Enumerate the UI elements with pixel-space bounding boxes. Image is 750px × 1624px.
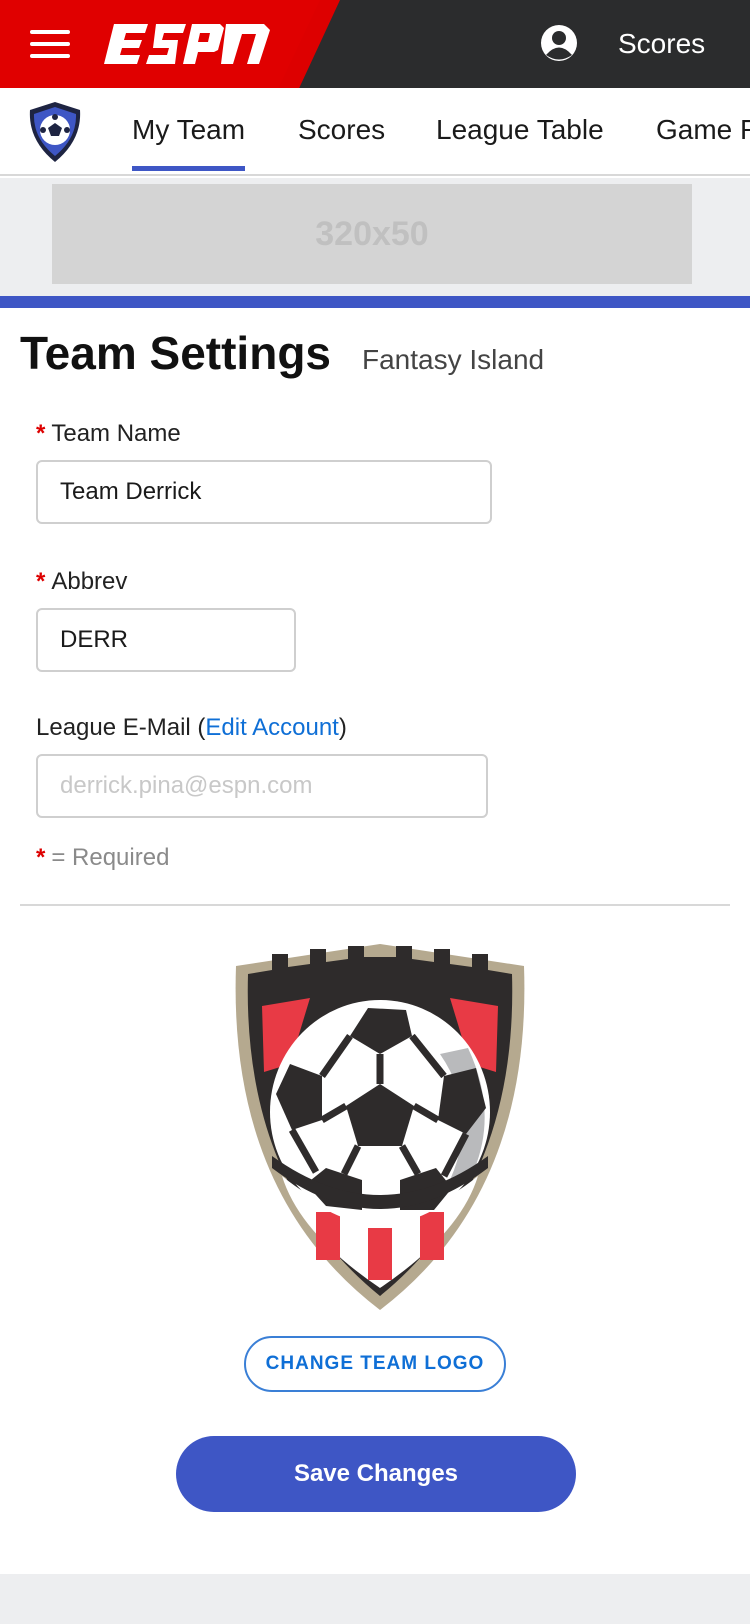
required-mark: * (36, 844, 46, 871)
league-email-label-suffix: ) (338, 714, 347, 741)
header-scores-link[interactable]: Scores (618, 28, 705, 60)
required-mark: * (36, 420, 46, 447)
section-accent-bar (0, 296, 750, 308)
league-email-label-prefix: League E-Mail ( (36, 714, 206, 741)
team-name-label: * Team Name (36, 420, 181, 448)
ad-container: 320x50 (0, 178, 750, 296)
hamburger-menu-icon[interactable] (30, 28, 70, 60)
league-email-label: League E-Mail (Edit Account) (36, 714, 347, 742)
team-name-label-text: Team Name (51, 420, 181, 447)
league-tab-bar: My Team Scores League Table Game R (0, 88, 750, 176)
soccer-crest-logo (235, 944, 525, 1310)
change-team-logo-button[interactable]: CHANGE TEAM LOGO (244, 1336, 506, 1392)
page-footer (0, 1574, 750, 1624)
abbrev-label: * Abbrev (36, 568, 127, 596)
espn-logo[interactable] (104, 20, 270, 68)
save-changes-button[interactable]: Save Changes (176, 1436, 576, 1512)
league-email-input[interactable] (36, 754, 488, 818)
required-note-text: = Required (51, 844, 170, 871)
page-title: Team Settings (20, 327, 331, 379)
required-note: * = Required (36, 844, 169, 872)
tab-league-table[interactable]: League Table (436, 114, 604, 146)
tab-my-team[interactable]: My Team (132, 114, 246, 171)
ad-placeholder: 320x50 (52, 184, 692, 284)
league-name: Fantasy Island (362, 344, 545, 375)
abbrev-input[interactable] (36, 608, 296, 672)
team-name-input[interactable] (36, 460, 492, 524)
soccer-ball-shield-icon[interactable] (24, 100, 86, 164)
tab-game-r[interactable]: Game R (656, 114, 750, 146)
top-navigation-bar: Scores (0, 0, 750, 88)
abbrev-label-text: Abbrev (51, 568, 128, 595)
tab-scores[interactable]: Scores (298, 114, 385, 146)
user-profile-icon[interactable] (540, 24, 578, 62)
edit-account-link[interactable]: Edit Account (205, 714, 338, 741)
section-divider (20, 904, 730, 906)
required-mark: * (36, 568, 46, 595)
